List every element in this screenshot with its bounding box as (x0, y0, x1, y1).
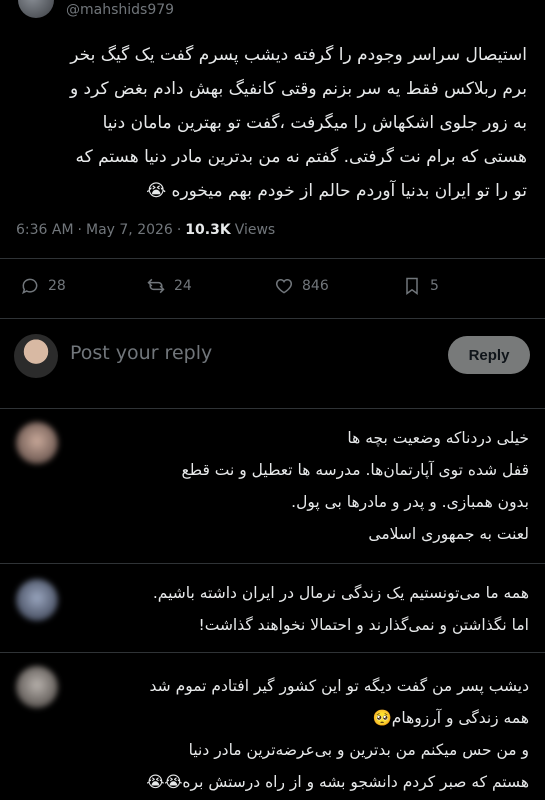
bookmark-action[interactable]: 5 (402, 276, 439, 296)
post-meta: 6:36 AM · May 7, 2026 · 10.3K Views (16, 222, 275, 238)
repost-icon (147, 278, 165, 294)
reply-text: دیشب پسر من گفت دیگه تو این کشور گیر افت… (70, 670, 529, 798)
post-line: استیصال سراسر وجودم را گرفته دیشب پسرم گ… (70, 45, 527, 65)
views-label: Views (234, 222, 276, 238)
reply-line: بدون همبازی. و پدر و مادرها بی پول. (291, 493, 529, 511)
bookmark-icon (406, 277, 418, 295)
repost-action[interactable]: 24 (146, 276, 192, 296)
post-line: هستی که برام نت گرفتی. گفتم نه من بدترین… (75, 147, 528, 167)
post-time[interactable]: 6:36 AM (16, 222, 74, 238)
reply-line: خیلی دردناکه وضعیت بچه ها (347, 429, 529, 447)
reply-item[interactable]: خیلی دردناکه وضعیت بچه ها قفل شده توی آپ… (0, 408, 545, 558)
reply-text: همه ما می‌تونستیم یک زندگی نرمال در ایرا… (70, 577, 529, 641)
reply-item[interactable]: دیشب پسر من گفت دیگه تو این کشور گیر افت… (0, 652, 545, 800)
reply-line: لعنت به جمهوری اسلامی (368, 525, 529, 543)
reply-text: خیلی دردناکه وضعیت بچه ها قفل شده توی آپ… (70, 422, 530, 550)
reply-line: اما نگذاشتن و نمی‌گذارند و احتمالا نخواه… (198, 616, 529, 634)
author-avatar[interactable] (18, 0, 54, 18)
reply-line: و من حس میکنم من بدترین و بی‌عرضه‌ترین م… (188, 741, 529, 759)
heart-icon (275, 278, 293, 294)
reply-line: هستم که صبر کردم دانشجو بشه و از راه درس… (146, 773, 529, 791)
reply-composer: Post your reply Reply (0, 330, 545, 384)
post-header: @mahshids979 (0, 0, 545, 24)
like-count: 846 (302, 278, 329, 294)
views-count: 10.3K (185, 222, 231, 238)
post-text: استیصال سراسر وجودم را گرفته دیشب پسرم گ… (18, 38, 527, 208)
reply-avatar[interactable] (16, 579, 58, 621)
reply-input[interactable]: Post your reply (70, 342, 212, 364)
action-bar: 28 24 846 5 (0, 276, 545, 304)
reply-action[interactable]: 28 (20, 276, 66, 296)
current-user-avatar (14, 334, 58, 378)
post-line: به زور جلوی اشکهاش را میگرفت ،گفت تو بهت… (102, 113, 527, 133)
reply-avatar[interactable] (16, 422, 58, 464)
reply-line: همه ما می‌تونستیم یک زندگی نرمال در ایرا… (152, 584, 529, 602)
divider (0, 318, 545, 319)
bookmark-count: 5 (430, 278, 439, 294)
meta-separator: · (77, 222, 82, 238)
author-handle[interactable]: @mahshids979 (66, 2, 174, 18)
post-date[interactable]: May 7, 2026 (86, 222, 173, 238)
divider (0, 258, 545, 259)
reply-line: همه زندگی و آرزوهام🥺 (372, 709, 530, 727)
post-line: تو را تو ایران بدنیا آوردم حالم از خودم … (146, 181, 527, 201)
post-line: برم ربلاکس فقط یه سر بزنم وقتی کانفیگ به… (69, 79, 527, 99)
comment-icon (22, 278, 38, 295)
reply-line: دیشب پسر من گفت دیگه تو این کشور گیر افت… (149, 677, 529, 695)
repost-count: 24 (174, 278, 192, 294)
reply-line: قفل شده توی آپارتمان‌ها. مدرسه ها تعطیل … (181, 461, 530, 479)
reply-avatar[interactable] (16, 666, 58, 708)
reply-item[interactable]: همه ما می‌تونستیم یک زندگی نرمال در ایرا… (0, 563, 545, 649)
like-action[interactable]: 846 (274, 276, 329, 296)
meta-separator: · (176, 222, 182, 238)
reply-button[interactable]: Reply (448, 336, 530, 374)
reply-count: 28 (48, 278, 66, 294)
